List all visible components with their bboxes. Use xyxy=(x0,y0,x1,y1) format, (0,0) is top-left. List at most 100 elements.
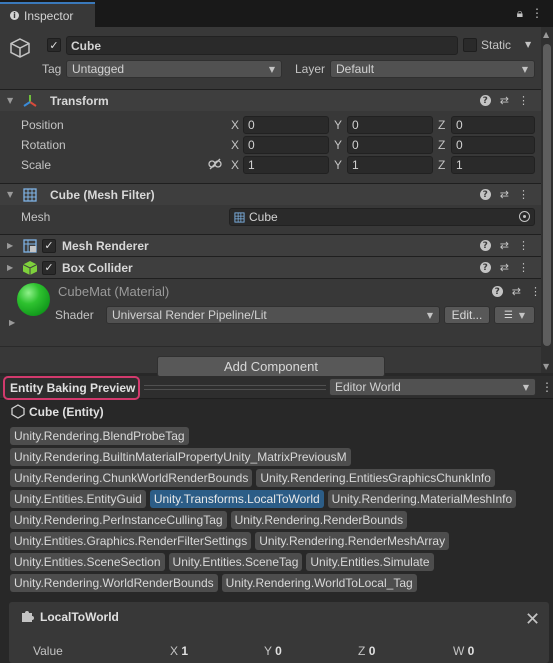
presets-icon[interactable]: ⇄ xyxy=(512,285,521,298)
static-dropdown-icon[interactable]: ▼ xyxy=(525,40,531,49)
more-options-icon[interactable]: ⋮ xyxy=(530,285,541,298)
position-z-axis[interactable]: Z xyxy=(438,118,445,132)
lock-icon[interactable]: 🔒︎ xyxy=(517,6,523,21)
component-tag[interactable]: Unity.Rendering.WorldRenderBounds xyxy=(10,574,218,592)
component-tags: Unity.Rendering.BlendProbeTag Unity.Rend… xyxy=(10,427,545,592)
object-name-input[interactable]: Cube xyxy=(66,36,458,55)
static-checkbox[interactable]: ✓ xyxy=(463,38,477,52)
component-tag[interactable]: Unity.Rendering.BuiltinMaterialPropertyU… xyxy=(10,448,351,466)
scrollbar-thumb[interactable] xyxy=(543,44,551,346)
more-options-icon[interactable]: ⋮ xyxy=(518,188,529,201)
constrain-proportions-icon[interactable] xyxy=(208,158,222,170)
foldout-expanded-icon[interactable]: ▼ xyxy=(7,190,17,199)
rotation-z-field[interactable]: 0 xyxy=(451,136,535,154)
component-tag[interactable]: Unity.Rendering.RenderMeshArray xyxy=(255,532,450,550)
mesh-object-field[interactable]: Cube xyxy=(229,208,535,226)
foldout-expanded-icon[interactable]: ▼ xyxy=(7,96,17,105)
component-tag[interactable]: Unity.Entities.EntityGuid xyxy=(10,490,146,508)
chevron-down-icon: ▼ xyxy=(521,64,528,74)
rotation-x-axis[interactable]: X xyxy=(231,138,239,152)
chevron-down-icon: ▼ xyxy=(522,382,529,392)
more-options-icon[interactable]: ⋮ xyxy=(531,6,543,21)
help-icon[interactable]: ? xyxy=(479,262,491,273)
object-picker-icon[interactable] xyxy=(519,211,530,222)
ltw-y-value: 0 xyxy=(275,644,282,658)
rotation-z-axis[interactable]: Z xyxy=(438,138,445,152)
help-icon[interactable]: ? xyxy=(479,240,491,251)
box-collider-enabled-checkbox[interactable]: ✓ xyxy=(42,260,56,275)
component-tag[interactable]: Unity.Rendering.EntitiesGraphicsChunkInf… xyxy=(256,469,495,487)
position-x-field[interactable]: 0 xyxy=(243,116,329,134)
scale-x-axis[interactable]: X xyxy=(231,158,239,172)
mesh-renderer-header[interactable]: ▶ ✓ Mesh Renderer ? ⇄ ⋮ xyxy=(0,234,541,256)
component-tag-selected[interactable]: Unity.Transforms.LocalToWorld xyxy=(149,490,324,508)
help-icon[interactable]: ? xyxy=(479,189,491,200)
scale-y-axis[interactable]: Y xyxy=(334,158,342,172)
shader-dropdown[interactable]: Universal Render Pipeline/Lit ▼ xyxy=(106,306,440,324)
component-tag[interactable]: Unity.Rendering.PerInstanceCullingTag xyxy=(10,511,227,529)
layer-dropdown[interactable]: Default ▼ xyxy=(330,60,535,78)
entity-baking-preview-title[interactable]: Entity Baking Preview xyxy=(3,376,140,400)
material-preview-sphere[interactable] xyxy=(17,283,50,316)
position-label: Position xyxy=(21,118,64,132)
help-icon[interactable]: ? xyxy=(479,95,491,106)
foldout-collapsed-icon[interactable]: ▶ xyxy=(7,241,17,250)
position-y-axis[interactable]: Y xyxy=(334,118,342,132)
box-collider-header[interactable]: ▶ ✓ Box Collider ? ⇄ ⋮ xyxy=(0,256,541,278)
mesh-renderer-enabled-checkbox[interactable]: ✓ xyxy=(42,238,56,253)
rotation-y-axis[interactable]: Y xyxy=(334,138,342,152)
box-collider-icon xyxy=(22,260,38,275)
component-tag[interactable]: Unity.Entities.Simulate xyxy=(306,553,434,571)
world-dropdown[interactable]: Editor World ▼ xyxy=(329,378,536,396)
component-tag[interactable]: Unity.Rendering.MaterialMeshInfo xyxy=(327,490,517,508)
close-icon[interactable]: ✕ xyxy=(525,611,540,629)
mesh-filter-icon xyxy=(23,187,37,202)
position-y-field[interactable]: 0 xyxy=(347,116,433,134)
tab-inspector-label: Inspector xyxy=(24,8,74,23)
position-z-field[interactable]: 0 xyxy=(451,116,535,134)
help-icon[interactable]: ? xyxy=(491,286,503,297)
entity-title: Cube (Entity) xyxy=(29,405,104,419)
component-tag[interactable]: Unity.Rendering.BlendProbeTag xyxy=(10,427,189,445)
scale-x-field[interactable]: 1 xyxy=(243,156,329,174)
entity-hexagon-icon xyxy=(11,404,25,419)
mesh-filter-header[interactable]: ▼ Cube (Mesh Filter) ? ⇄ ⋮ xyxy=(0,183,541,205)
material-foldout-icon[interactable]: ▶ xyxy=(9,318,19,327)
scroll-down-arrow-icon[interactable]: ▼ xyxy=(543,362,549,371)
scroll-up-arrow-icon[interactable]: ▲ xyxy=(543,30,549,39)
presets-icon[interactable]: ⇄ xyxy=(500,239,509,252)
scale-z-axis[interactable]: Z xyxy=(438,158,445,172)
tag-row: Unity.Rendering.ChunkWorldRenderBounds U… xyxy=(10,469,545,487)
scale-y-field[interactable]: 1 xyxy=(347,156,433,174)
rotation-x-field[interactable]: 0 xyxy=(243,136,329,154)
component-tag[interactable]: Unity.Rendering.WorldToLocal_Tag xyxy=(221,574,417,592)
add-component-button-overlay[interactable]: Add Component xyxy=(157,356,385,377)
puzzle-piece-icon xyxy=(22,611,34,622)
position-x-axis[interactable]: X xyxy=(231,118,239,132)
more-options-icon[interactable]: ⋮ xyxy=(518,94,529,107)
shader-options-button[interactable]: ☰ ▼ xyxy=(494,306,535,324)
tab-inspector[interactable]: i Inspector xyxy=(0,2,95,27)
component-tag[interactable]: Unity.Entities.SceneSection xyxy=(10,553,165,571)
component-tag[interactable]: Unity.Entities.Graphics.RenderFilterSett… xyxy=(10,532,252,550)
more-options-icon[interactable]: ⋮ xyxy=(541,380,553,394)
presets-icon[interactable]: ⇄ xyxy=(500,261,509,274)
edit-shader-button[interactable]: Edit... xyxy=(444,306,490,324)
rotation-y-field[interactable]: 0 xyxy=(347,136,433,154)
foldout-collapsed-icon[interactable]: ▶ xyxy=(7,263,17,272)
presets-icon[interactable]: ⇄ xyxy=(500,94,509,107)
more-options-icon[interactable]: ⋮ xyxy=(518,261,529,274)
ltw-x-axis: X xyxy=(170,644,179,658)
scale-z-field[interactable]: 1 xyxy=(451,156,535,174)
box-collider-header-icons: ? ⇄ ⋮ xyxy=(479,261,529,274)
component-tag[interactable]: Unity.Rendering.RenderBounds xyxy=(230,511,408,529)
component-tag[interactable]: Unity.Rendering.ChunkWorldRenderBounds xyxy=(10,469,253,487)
component-tag[interactable]: Unity.Entities.SceneTag xyxy=(168,553,303,571)
more-options-icon[interactable]: ⋮ xyxy=(518,239,529,252)
presets-icon[interactable]: ⇄ xyxy=(500,188,509,201)
tag-dropdown[interactable]: Untagged ▼ xyxy=(66,60,282,78)
active-checkbox[interactable]: ✓ xyxy=(47,38,61,52)
chevron-down-icon: ▼ xyxy=(426,310,433,320)
transform-header[interactable]: ▼ Transform ? ⇄ ⋮ xyxy=(0,89,541,111)
rotation-label: Rotation xyxy=(21,138,66,152)
